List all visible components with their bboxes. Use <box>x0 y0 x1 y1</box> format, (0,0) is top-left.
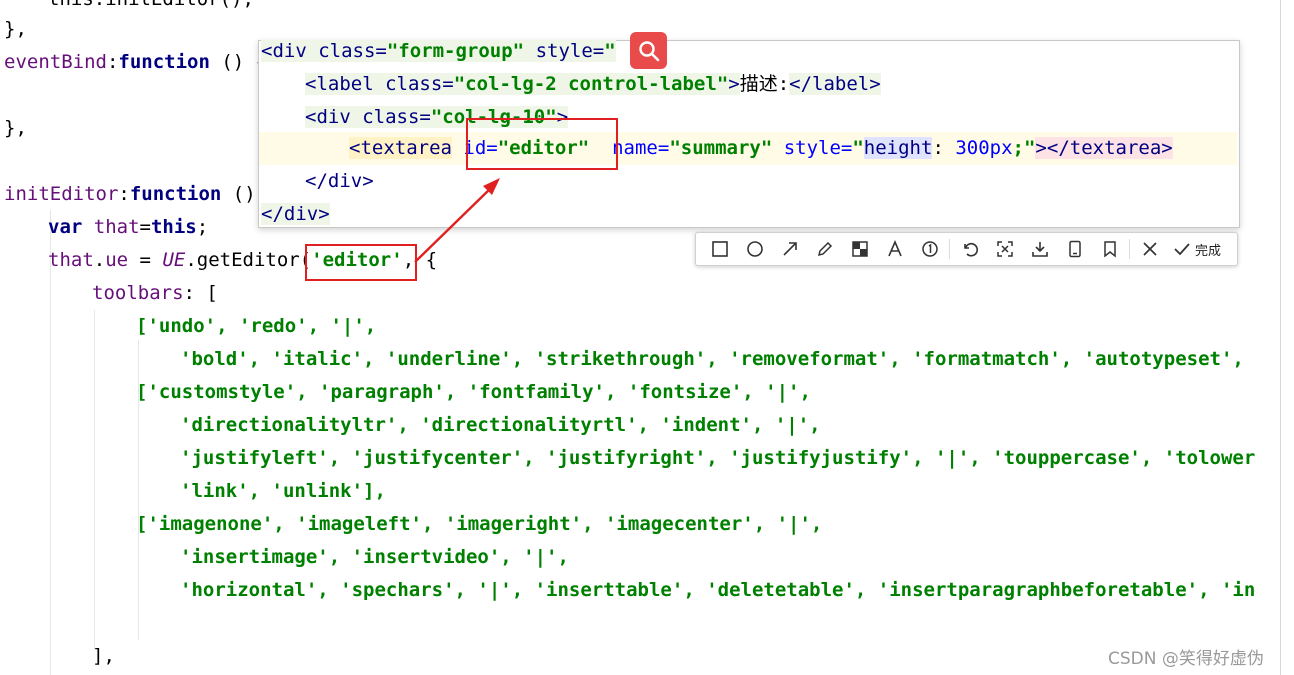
popup-line: <label class="col-lg-2 control-label">描述… <box>305 73 881 95</box>
close-icon[interactable] <box>1132 234 1167 264</box>
code-line: var that=this; <box>48 216 209 238</box>
editor-right-margin <box>1280 0 1281 675</box>
popup-line-highlighted: <textarea id="editor" name="summary" sty… <box>259 132 1237 165</box>
code-line: 'bold', 'italic', 'underline', 'striketh… <box>180 348 1244 370</box>
phone-icon[interactable] <box>1057 234 1092 264</box>
code-line: 'directionalityltr', 'directionalityrtl'… <box>180 414 821 436</box>
indent-guide <box>50 210 51 675</box>
mosaic-tool-icon[interactable] <box>842 234 877 264</box>
toolbar-separator <box>1129 239 1130 259</box>
screenshot-toolbar: 完成 <box>695 232 1238 266</box>
code-line: 'justifyleft', 'justifycenter', 'justify… <box>180 447 1256 469</box>
undo-icon[interactable] <box>952 234 987 264</box>
code-line: }, <box>4 117 27 139</box>
code-line: ['undo', 'redo', '|', <box>136 315 377 337</box>
code-line: ['imagenone', 'imageleft', 'imageright',… <box>136 513 823 535</box>
code-line: this.initEditor(); <box>48 0 254 16</box>
download-icon[interactable] <box>1022 234 1057 264</box>
ellipse-tool-icon[interactable] <box>737 234 772 264</box>
popup-line: <div class="form-group" style=" <box>261 40 616 62</box>
code-line: 'link', 'unlink'], <box>180 480 386 502</box>
code-line: ], <box>92 645 115 667</box>
done-label: 完成 <box>1195 243 1222 259</box>
popup-line: </div> <box>305 170 374 192</box>
toolbar-separator <box>949 239 950 259</box>
watermark: CSDN @笑得好虚伪 <box>1108 649 1264 669</box>
number-tool-icon[interactable] <box>912 234 947 264</box>
pin-screenshot-icon[interactable] <box>987 234 1022 264</box>
bookmark-icon[interactable] <box>1092 234 1127 264</box>
done-button[interactable]: 完成 <box>1167 240 1221 259</box>
code-line: 'insertimage', 'insertvideo', '|', <box>180 546 569 568</box>
code-line: ['customstyle', 'paragraph', 'fontfamily… <box>136 381 811 403</box>
rectangle-tool-icon[interactable] <box>702 234 737 264</box>
code-line: toolbars: [ <box>92 282 218 304</box>
annotation-box-editor-string <box>305 244 417 281</box>
code-line: initEditor:function () { <box>4 183 279 205</box>
search-button[interactable] <box>630 32 667 69</box>
search-icon <box>638 40 659 61</box>
code-line: }, <box>4 18 27 40</box>
code-line: eventBind:function () { <box>4 51 268 73</box>
annotation-box-id-editor <box>466 118 618 170</box>
check-icon <box>1174 243 1190 256</box>
text-tool-icon[interactable] <box>877 234 912 264</box>
code-line: 'horizontal', 'spechars', '|', 'insertta… <box>180 579 1256 601</box>
popup-line: </div> <box>261 203 330 225</box>
code-snippet-popup: <div class="form-group" style=" <label c… <box>258 40 1240 228</box>
indent-guide <box>94 310 95 650</box>
arrow-tool-icon[interactable] <box>772 234 807 264</box>
pen-tool-icon[interactable] <box>807 234 842 264</box>
